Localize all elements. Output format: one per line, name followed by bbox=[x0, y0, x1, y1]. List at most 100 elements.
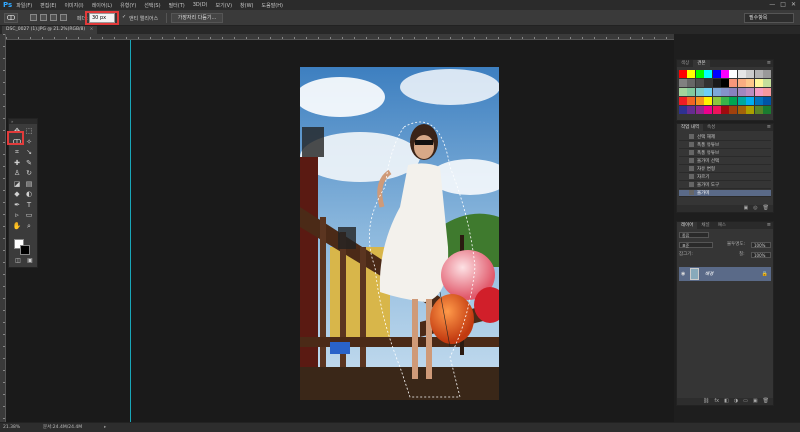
history-item[interactable]: 자르기 bbox=[679, 174, 771, 181]
link-icon[interactable]: ⛓ bbox=[703, 398, 709, 405]
color-swatch[interactable] bbox=[687, 79, 696, 87]
eraser-icon[interactable]: ◪ bbox=[12, 180, 22, 188]
color-swatch[interactable] bbox=[737, 88, 746, 96]
color-swatch[interactable] bbox=[687, 88, 696, 96]
type-icon[interactable]: T bbox=[24, 201, 34, 209]
color-swatch[interactable] bbox=[721, 97, 729, 105]
hand-icon[interactable]: ✋ bbox=[12, 222, 22, 230]
screen-mode-icon[interactable]: ▣ bbox=[25, 257, 35, 265]
color-swatch[interactable] bbox=[746, 106, 755, 114]
chevron-right-icon[interactable]: ▸ bbox=[104, 423, 106, 432]
history-item[interactable]: 올가미 도구 bbox=[679, 182, 771, 189]
layer-name[interactable]: 배경 bbox=[705, 271, 713, 277]
eye-icon[interactable]: ◉ bbox=[681, 271, 685, 277]
color-swatch[interactable] bbox=[721, 106, 729, 114]
document-image[interactable] bbox=[300, 67, 499, 400]
history-item[interactable]: 폭풍 유튜브 bbox=[679, 142, 771, 149]
tab-history[interactable]: 작업 내역 bbox=[677, 124, 703, 131]
menu-filter[interactable]: 필터(T) bbox=[169, 2, 185, 9]
color-swatch[interactable] bbox=[729, 79, 738, 87]
shape-icon[interactable]: ▭ bbox=[24, 211, 34, 219]
color-swatch[interactable] bbox=[729, 97, 738, 105]
history-item[interactable]: 올가미 bbox=[679, 190, 771, 197]
color-swatch[interactable] bbox=[754, 79, 763, 87]
color-swatch[interactable] bbox=[712, 106, 721, 114]
guide-line[interactable] bbox=[130, 40, 131, 422]
color-swatch[interactable] bbox=[754, 97, 763, 105]
layer-kind-filter[interactable]: 종류 bbox=[679, 232, 709, 238]
add-selection-icon[interactable] bbox=[40, 14, 47, 21]
history-item[interactable]: 폭풍 유튜브 bbox=[679, 150, 771, 157]
color-swatch[interactable] bbox=[695, 70, 704, 78]
pen-icon[interactable]: ✒ bbox=[12, 201, 22, 209]
tools-panel-header[interactable]: » bbox=[9, 119, 37, 124]
color-swatch[interactable] bbox=[746, 79, 755, 87]
color-swatch[interactable] bbox=[721, 88, 729, 96]
color-swatch[interactable] bbox=[679, 97, 687, 105]
antialias-checkbox[interactable]: ✓ bbox=[122, 15, 127, 20]
color-swatch[interactable] bbox=[737, 97, 746, 105]
history-brush-icon[interactable]: ↻ bbox=[24, 169, 34, 177]
marquee-icon[interactable]: ⬚ bbox=[24, 127, 34, 135]
menu-image[interactable]: 이미지(I) bbox=[64, 2, 83, 9]
quick-mask-icon[interactable]: ◫ bbox=[13, 257, 23, 265]
workspace-select[interactable]: 필수항목 bbox=[744, 13, 794, 23]
tab-properties[interactable]: 속성 bbox=[703, 124, 719, 131]
stamp-icon[interactable]: ♙ bbox=[12, 169, 22, 177]
color-swatch[interactable] bbox=[721, 79, 729, 87]
path-select-icon[interactable]: ▹ bbox=[12, 211, 22, 219]
color-swatch[interactable] bbox=[704, 106, 713, 114]
color-swatch[interactable] bbox=[687, 97, 696, 105]
color-swatch[interactable] bbox=[729, 88, 738, 96]
color-swatch[interactable] bbox=[746, 70, 755, 78]
snapshot-icon[interactable]: ◎ bbox=[753, 205, 757, 212]
menu-file[interactable]: 파일(F) bbox=[16, 2, 32, 9]
color-swatch[interactable] bbox=[695, 88, 704, 96]
healing-icon[interactable]: ✚ bbox=[12, 159, 22, 167]
blend-mode-select[interactable]: 표준 bbox=[679, 242, 713, 248]
panel-menu-icon[interactable]: ≡ bbox=[767, 222, 771, 229]
color-swatch[interactable] bbox=[695, 79, 704, 87]
panel-menu-icon[interactable]: ≡ bbox=[767, 124, 771, 131]
color-swatch[interactable] bbox=[763, 106, 771, 114]
new-layer-icon[interactable]: ▣ bbox=[753, 398, 758, 405]
new-document-icon[interactable]: ▣ bbox=[744, 205, 749, 212]
color-swatch[interactable] bbox=[721, 70, 729, 78]
color-swatch[interactable] bbox=[704, 70, 713, 78]
color-swatch[interactable] bbox=[687, 106, 696, 114]
color-swatch[interactable] bbox=[754, 70, 763, 78]
menu-view[interactable]: 보기(V) bbox=[216, 2, 233, 9]
close-tab-icon[interactable]: × bbox=[90, 27, 94, 32]
color-swatch[interactable] bbox=[712, 79, 721, 87]
crop-icon[interactable]: ⌗ bbox=[12, 148, 22, 156]
menu-select[interactable]: 선택(S) bbox=[144, 2, 160, 9]
gradient-icon[interactable]: ▤ bbox=[24, 180, 34, 188]
new-selection-icon[interactable] bbox=[30, 14, 37, 21]
color-swatch[interactable] bbox=[763, 79, 771, 87]
intersect-selection-icon[interactable] bbox=[60, 14, 67, 21]
color-swatch[interactable] bbox=[712, 97, 721, 105]
menu-window[interactable]: 창(W) bbox=[240, 2, 253, 9]
menu-edit[interactable]: 편집(E) bbox=[40, 2, 56, 9]
trash-icon[interactable]: 🗑 bbox=[763, 398, 769, 405]
zoom-level[interactable]: 21.38% bbox=[3, 423, 20, 432]
color-swatch[interactable] bbox=[763, 97, 771, 105]
lasso-icon[interactable]: ↀ bbox=[4, 13, 18, 23]
minimize-icon[interactable]: — bbox=[769, 1, 775, 8]
menu-help[interactable]: 도움말(H) bbox=[262, 2, 283, 9]
color-swatch[interactable] bbox=[679, 79, 687, 87]
color-swatch[interactable] bbox=[737, 79, 746, 87]
color-swatch[interactable] bbox=[729, 106, 738, 114]
maximize-icon[interactable]: □ bbox=[780, 1, 786, 8]
color-swatch[interactable] bbox=[763, 70, 771, 78]
tab-paths[interactable]: 패스 bbox=[714, 222, 730, 229]
color-swatch[interactable] bbox=[704, 79, 713, 87]
menu-3d[interactable]: 3D(D) bbox=[193, 2, 208, 8]
color-swatch[interactable] bbox=[763, 88, 771, 96]
tab-swatches[interactable]: 견본 bbox=[693, 60, 710, 67]
history-item[interactable]: 올가미 선택 bbox=[679, 158, 771, 165]
blur-icon[interactable]: ◆ bbox=[12, 190, 22, 198]
color-swatch[interactable] bbox=[704, 97, 713, 105]
dodge-icon[interactable]: ◐ bbox=[24, 190, 34, 198]
color-swatch[interactable] bbox=[746, 88, 755, 96]
